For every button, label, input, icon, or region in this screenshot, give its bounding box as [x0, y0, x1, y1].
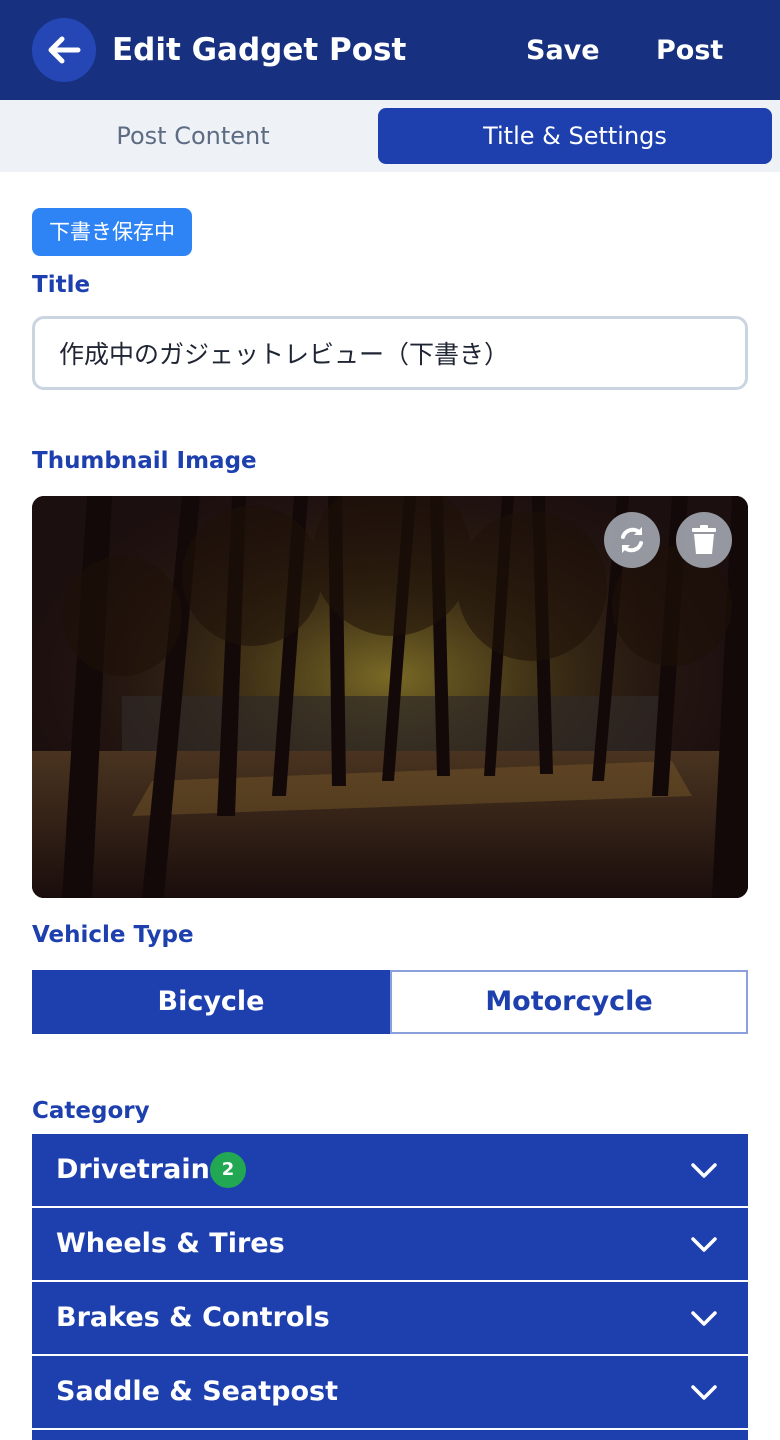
category-item-saddle-seatpost[interactable]: Saddle & Seatpost [32, 1356, 748, 1428]
category-item-drivetrain[interactable]: Drivetrain 2 [32, 1134, 748, 1206]
status-badge: 下書き保存中 [32, 208, 192, 256]
category-item-label: Drivetrain [56, 1154, 210, 1185]
tab-post-content[interactable]: Post Content [8, 108, 378, 164]
trash-icon [692, 525, 716, 554]
chevron-down-icon [691, 1237, 717, 1252]
arrow-left-icon [48, 36, 81, 64]
replace-image-button[interactable] [604, 512, 660, 568]
chevron-down-icon [691, 1311, 717, 1326]
category-item-label: Brakes & Controls [56, 1302, 330, 1333]
chevron-down-icon [691, 1385, 717, 1400]
page-title: Edit Gadget Post [112, 32, 407, 68]
app-header: Edit Gadget Post Save Post [0, 0, 780, 100]
title-input[interactable] [32, 316, 748, 390]
category-item-wheels-tires[interactable]: Wheels & Tires [32, 1208, 748, 1280]
category-item-label: Wheels & Tires [56, 1228, 285, 1259]
tab-bar: Post Content Title & Settings [0, 100, 780, 172]
category-item-label: Saddle & Seatpost [56, 1376, 338, 1407]
post-button[interactable]: Post [656, 26, 723, 76]
category-label: Category [32, 1098, 150, 1124]
refresh-icon [621, 527, 643, 553]
vehicle-type-label: Vehicle Type [32, 922, 194, 948]
vehicle-option-bicycle[interactable]: Bicycle [32, 970, 390, 1034]
title-label: Title [32, 272, 91, 298]
thumbnail-label: Thumbnail Image [32, 448, 257, 474]
tab-title-settings[interactable]: Title & Settings [378, 108, 772, 164]
category-item-partial[interactable] [32, 1430, 748, 1440]
vehicle-option-motorcycle[interactable]: Motorcycle [390, 970, 748, 1034]
delete-image-button[interactable] [676, 512, 732, 568]
back-button[interactable] [32, 18, 96, 82]
category-count-badge: 2 [210, 1152, 246, 1188]
category-item-brakes-controls[interactable]: Brakes & Controls [32, 1282, 748, 1354]
save-button[interactable]: Save [526, 26, 600, 76]
chevron-down-icon [691, 1163, 717, 1178]
thumbnail-image[interactable] [32, 496, 748, 898]
